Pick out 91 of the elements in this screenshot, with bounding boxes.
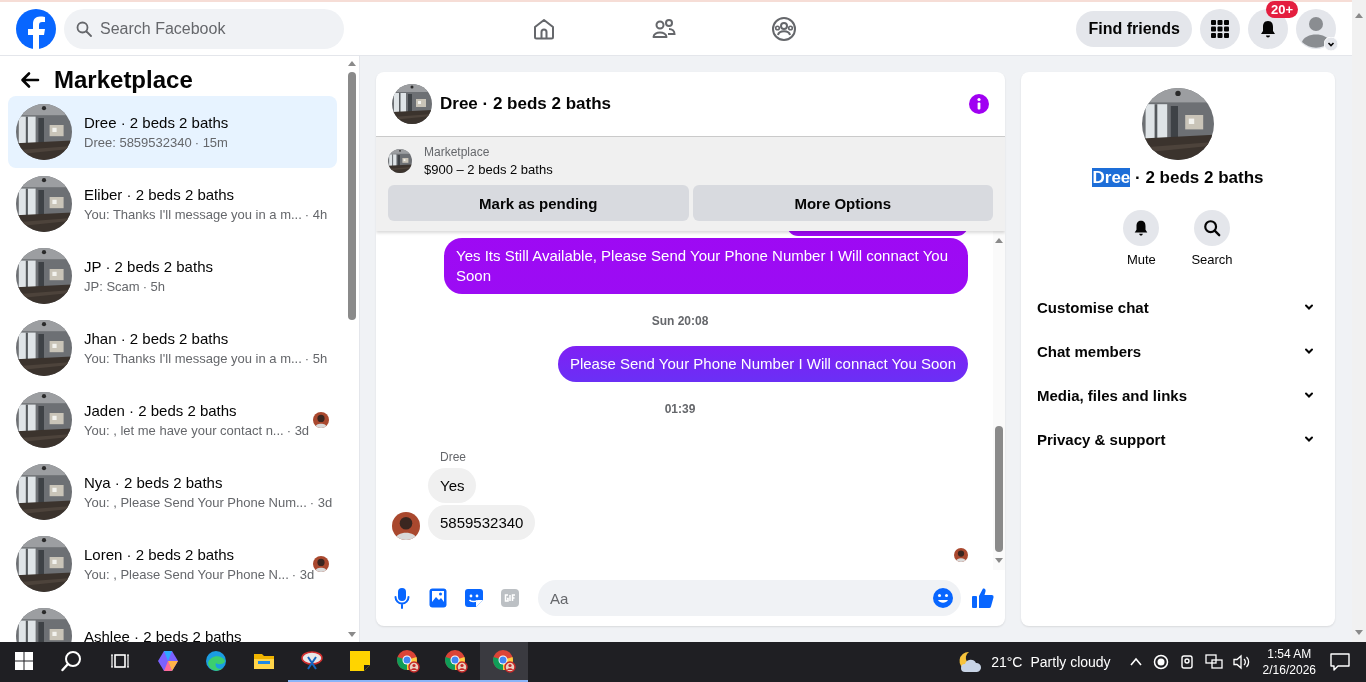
camera-icon[interactable] (1178, 654, 1195, 670)
scroll-up-icon[interactable] (348, 60, 356, 66)
clock-date: 2/16/2026 (1262, 662, 1316, 678)
conversation-item[interactable]: Eliber · 2 beds 2 baths You: Thanks I'll message you in a m... · 4h (8, 168, 337, 240)
conversation-name: Eliber · 2 beds 2 baths (84, 186, 236, 203)
weather-condition: Partly cloudy (1030, 654, 1111, 670)
details-section[interactable]: Chat members (1029, 329, 1327, 373)
chrome-icon (443, 648, 469, 674)
conversation-item[interactable]: JP · 2 beds 2 baths JP: Scam · 5h (8, 240, 337, 312)
conversation-name: Jaden · 2 beds 2 baths (84, 402, 238, 419)
search-icon (76, 20, 92, 37)
bell-icon (1258, 18, 1278, 39)
message-preview: You: , Please Send Your Phone Num... (84, 495, 307, 510)
temperature: 21°C (991, 654, 1023, 670)
listing-action-button[interactable]: More Options (692, 185, 993, 221)
conversation-name: Ashlee · 2 beds 2 baths (84, 627, 243, 642)
conversation-name: Nya · 2 beds 2 baths (84, 474, 224, 491)
search-field[interactable]: Search Facebook (64, 8, 344, 49)
menu-button[interactable] (1200, 8, 1240, 49)
message-preview: You: Thanks I'll message you in a m... (84, 351, 302, 366)
info-icon[interactable] (969, 94, 989, 114)
conversation-name: Jhan · 2 beds 2 baths (84, 330, 230, 347)
details-section[interactable]: Customise chat (1029, 285, 1327, 329)
listing-source: Marketplace (424, 145, 491, 159)
search-icon (1203, 219, 1221, 237)
copilot-icon (156, 649, 180, 673)
network-icon[interactable] (1204, 654, 1223, 670)
message-bubble: Yes (428, 468, 477, 503)
message-time: · 5h (142, 279, 166, 294)
chrome-icon (491, 648, 517, 674)
scroll-up-icon[interactable] (1355, 12, 1363, 18)
sticky-note-icon (348, 649, 372, 673)
scroll-down-icon[interactable] (995, 558, 1003, 564)
message-bubble: Please Send Your Phone Number I Will connact You Soon (557, 346, 968, 382)
notification-badge: 20+ (1266, 0, 1299, 18)
message-time: · 3d (291, 567, 315, 582)
details-section[interactable]: Media, files and links (1029, 373, 1327, 417)
timestamp: 01:39 (664, 402, 696, 416)
chevron-icon[interactable] (1324, 36, 1338, 51)
listing-action-button[interactable]: Mark as pending (388, 185, 689, 221)
scrollbar[interactable] (1352, 0, 1366, 642)
scroll-down-icon[interactable] (348, 632, 356, 638)
avatar (313, 556, 329, 572)
message-preview: JP: Scam (84, 279, 140, 294)
message-bubble: 5859532340 (428, 505, 536, 540)
conversation-item[interactable]: Nya · 2 beds 2 baths You: , Please Send Your Phone Num... · 3d (8, 456, 337, 528)
message-bubble: Yes Its Still Available, Please Send Your Phone Number I Will connact You Soon (444, 238, 968, 294)
message-preview: You: , Please Send Your Phone N... (84, 567, 289, 582)
message-preview: You: , let me have your contact n... (84, 423, 284, 438)
message-time: · 3d (286, 423, 310, 438)
edge-icon (204, 649, 228, 673)
grid-icon (1210, 18, 1230, 39)
facebook-logo[interactable] (16, 8, 56, 49)
contact-name: Dree · 2 beds 2 baths (1092, 168, 1264, 188)
listing-title: $900 – 2 beds 2 baths (424, 162, 553, 177)
sender-name: Dree (440, 450, 467, 464)
conversation-name: JP · 2 beds 2 baths (84, 258, 214, 275)
page-title: Marketplace (54, 66, 193, 94)
chat-title: Dree · 2 beds 2 baths (440, 94, 612, 114)
avatar (392, 512, 420, 540)
partly-cloudy-icon (957, 650, 984, 674)
message-input[interactable]: Aa (538, 580, 961, 616)
notification-icon[interactable] (1330, 653, 1350, 671)
chrome-icon (395, 648, 421, 674)
conversation-item[interactable]: Jhan · 2 beds 2 baths You: Thanks I'll message you in a m... · 5h (8, 312, 337, 384)
clock-time: 1:54 AM (1267, 646, 1312, 662)
message-time: · 3d (309, 495, 333, 510)
conversation-item[interactable]: Loren · 2 beds 2 baths You: , Please Send Your Phone N... · 3d (8, 528, 337, 600)
message-time: · 5h (304, 351, 328, 366)
conversation-item[interactable]: Dree · 2 beds 2 baths Dree: 5859532340 · 15m (8, 96, 337, 168)
details-section[interactable]: Privacy & support (1029, 417, 1327, 461)
scroll-down-icon[interactable] (1355, 630, 1363, 636)
emoji-icon[interactable] (932, 587, 954, 609)
conversation-name: Loren · 2 beds 2 baths (84, 546, 236, 563)
volume-icon[interactable] (1232, 654, 1251, 670)
avatar (954, 548, 968, 562)
avatar (313, 412, 329, 428)
message-time: · 4h (304, 207, 328, 222)
scrollbar[interactable] (993, 231, 1005, 570)
message-preview: Dree: 5859532340 (84, 135, 192, 150)
message-preview: You: Thanks I'll message you in a m... (84, 207, 302, 222)
conversation-item[interactable]: Jaden · 2 beds 2 baths You: , let me have your contact n... · 3d (8, 384, 337, 456)
find-friends-button[interactable]: Find friends (1076, 10, 1192, 47)
taskbar-app[interactable] (480, 642, 528, 682)
timestamp: Sun 20:08 (651, 314, 709, 328)
back-arrow-icon[interactable] (20, 70, 40, 90)
scroll-up-icon[interactable] (995, 237, 1003, 243)
record-icon[interactable] (1152, 654, 1169, 670)
conversation-name: Dree · 2 beds 2 baths (84, 114, 230, 131)
scrollbar[interactable] (347, 60, 357, 638)
message-time: · 15m (194, 135, 228, 150)
